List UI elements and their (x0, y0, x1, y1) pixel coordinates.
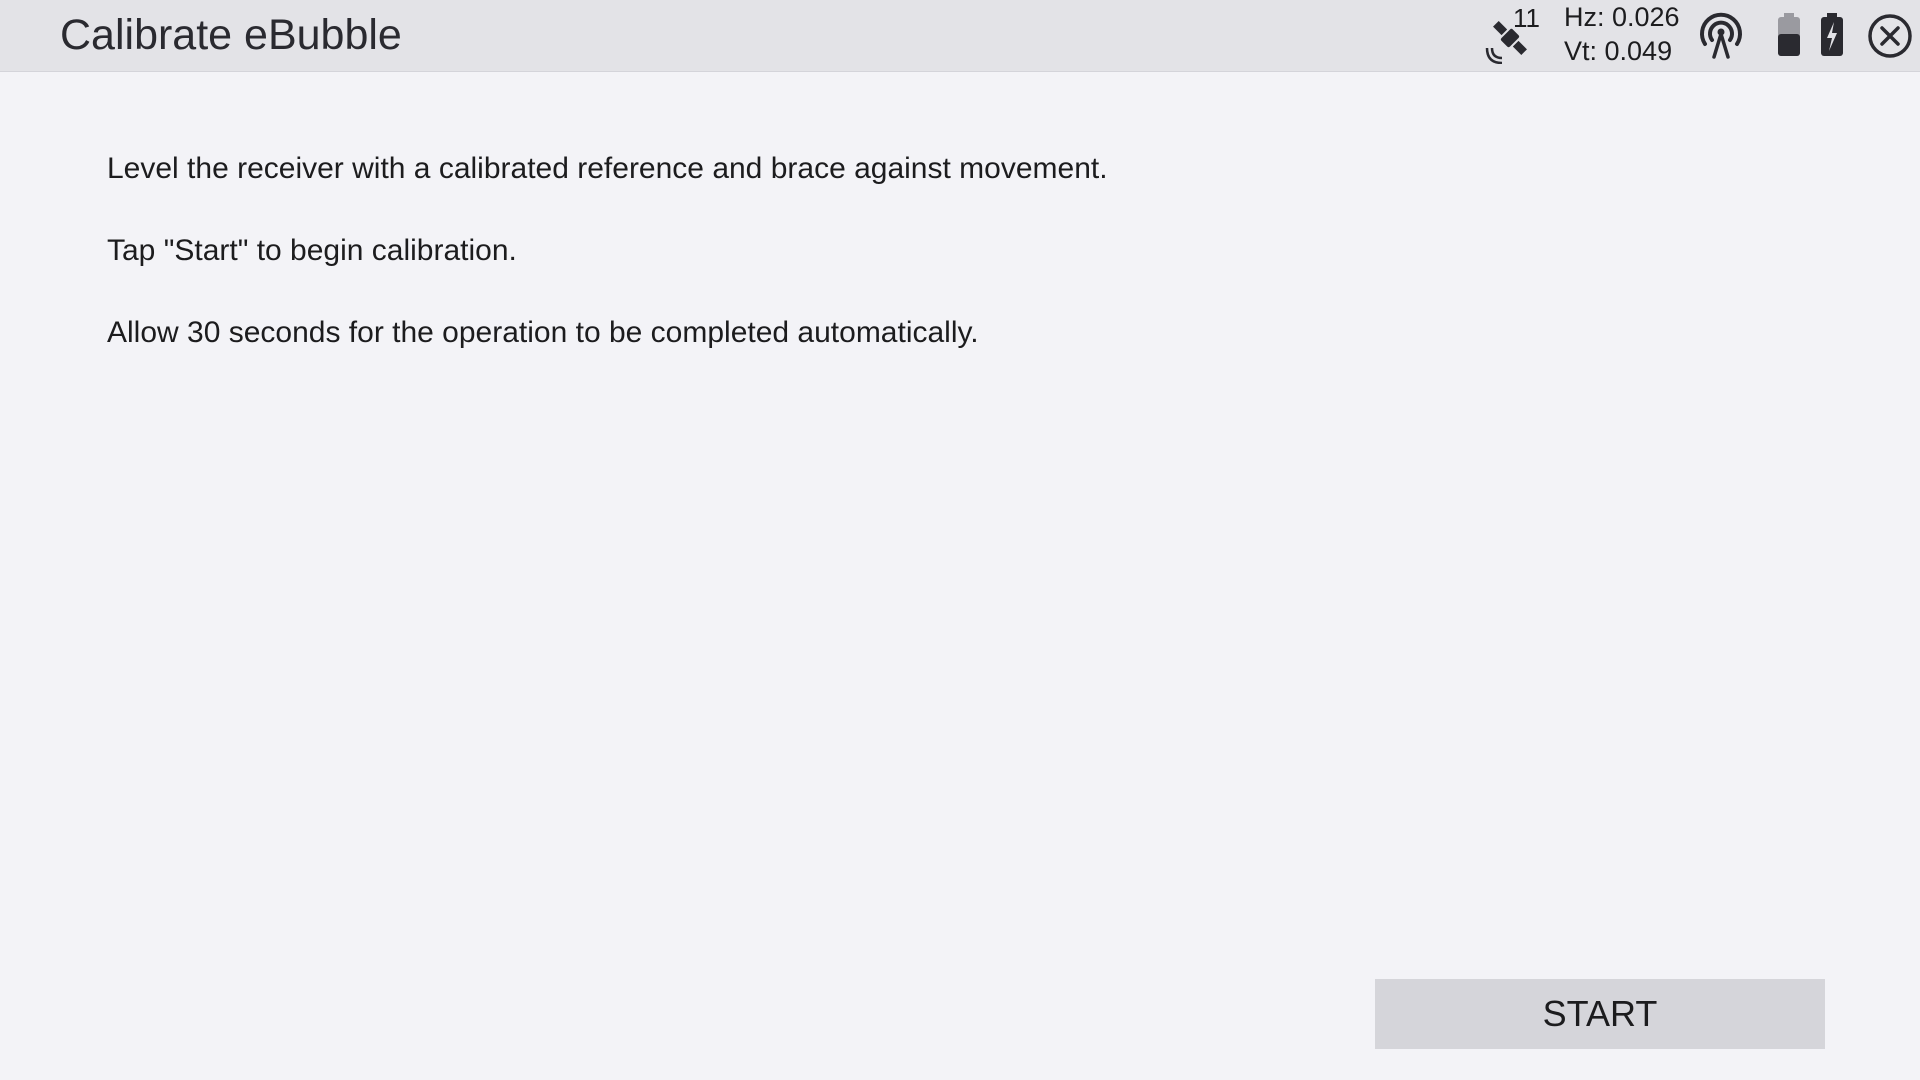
hz-precision: Hz: 0.026 (1564, 2, 1680, 32)
battery-charging-icon (1821, 13, 1843, 56)
instructions: Level the receiver with a calibrated ref… (107, 152, 1707, 398)
page-title: Calibrate eBubble (60, 11, 402, 59)
radio-signal-icon (1700, 12, 1742, 59)
close-icon[interactable] (1866, 12, 1914, 60)
instruction-tap-start: Tap "Start" to begin calibration. (107, 234, 517, 267)
instruction-level: Level the receiver with a calibrated ref… (107, 152, 1108, 185)
satellite-count: 11 (1513, 3, 1540, 33)
precision-readout: Hz: 0.026 Vt: 0.049 (1564, 0, 1680, 68)
instruction-wait: Allow 30 seconds for the operation to be… (107, 316, 979, 349)
start-button[interactable]: START (1375, 979, 1825, 1049)
vt-precision: Vt: 0.049 (1564, 36, 1673, 66)
battery-icon (1778, 13, 1800, 56)
title-bar: Calibrate eBubble 11 Hz: 0.026 Vt: 0.049 (0, 0, 1920, 72)
